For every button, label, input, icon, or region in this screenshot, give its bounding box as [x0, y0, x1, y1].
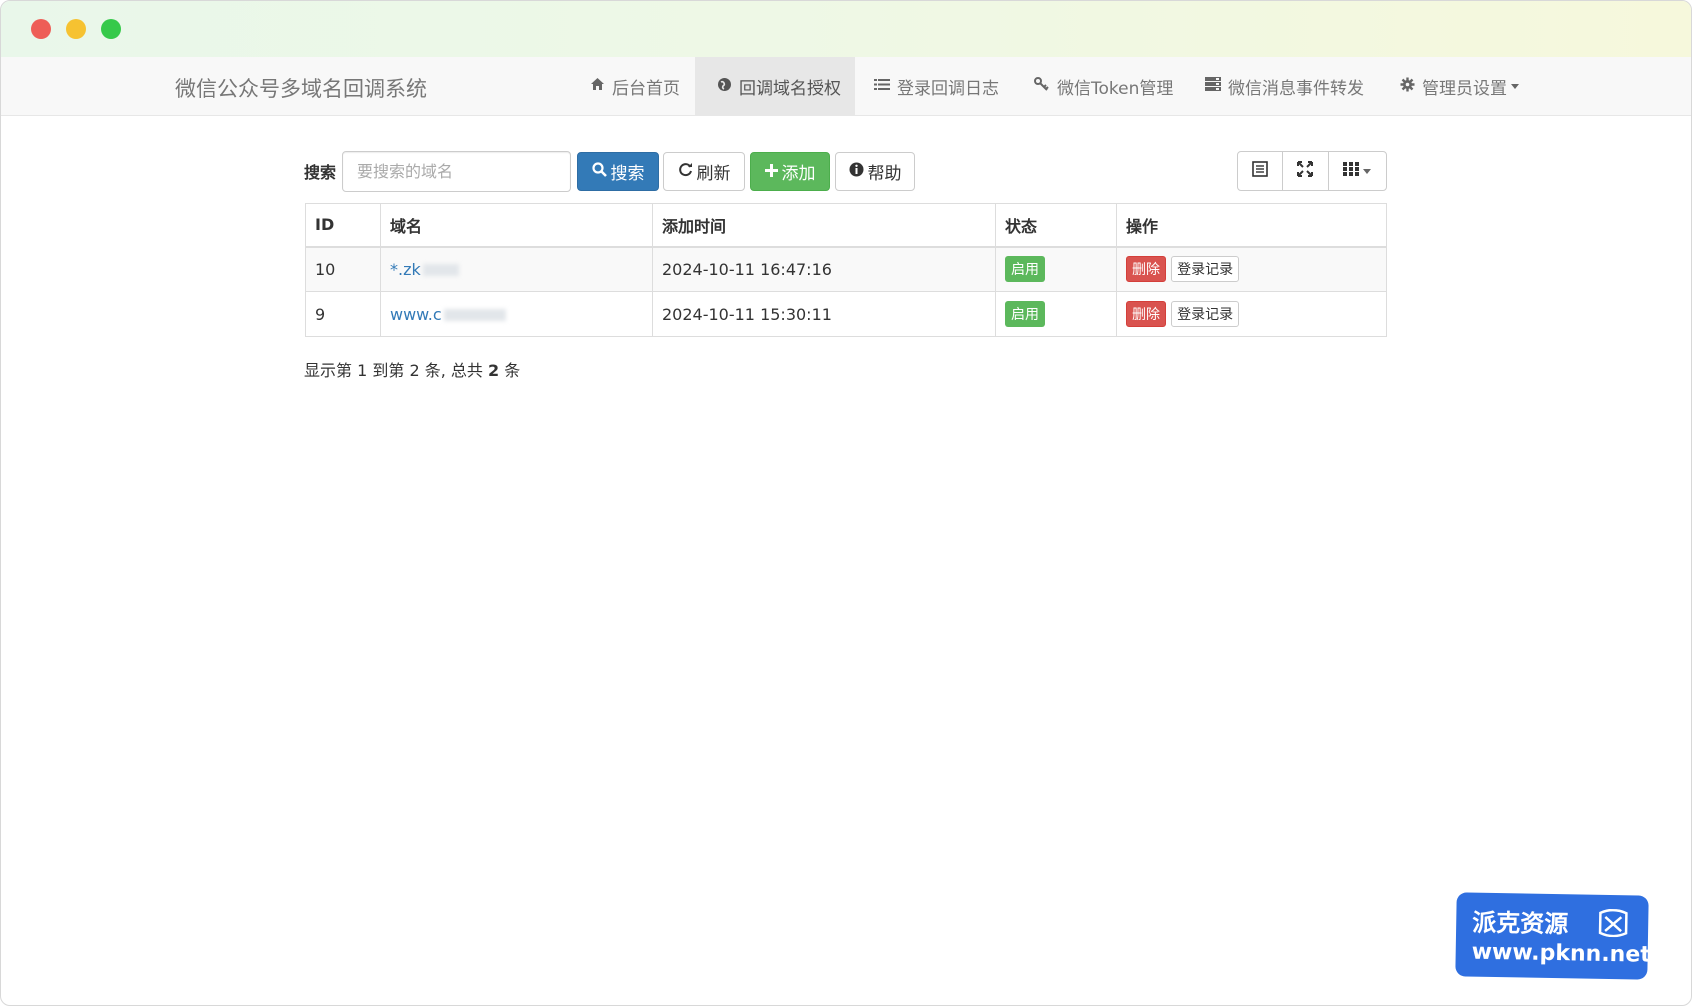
- status-badge: 启用: [1005, 256, 1045, 283]
- nav-item-domain-auth[interactable]: 回调域名授权: [695, 57, 855, 115]
- close-window-button[interactable]: [31, 19, 51, 39]
- pagination-total: 2: [487, 361, 500, 380]
- column-header-domain[interactable]: 域名: [380, 203, 653, 248]
- add-button-label: 添加: [781, 164, 816, 184]
- login-records-button[interactable]: 登录记录: [1171, 301, 1240, 327]
- home-icon: [588, 77, 606, 95]
- domain-table: ID 域名 添加时间 状态 操作 10 *.zk 2024-10-11 16:4…: [305, 203, 1387, 337]
- table-row: 9 www.c 2024-10-11 15:30:11 启用 删除 登录记录: [305, 291, 1387, 337]
- list-alt-icon: [1252, 161, 1268, 181]
- help-button[interactable]: 帮助: [835, 152, 915, 191]
- minimize-window-button[interactable]: [66, 19, 86, 39]
- column-header-id[interactable]: ID: [305, 203, 381, 248]
- nav-item-token[interactable]: 微信Token管理: [1033, 57, 1173, 115]
- nav-item-label: 登录回调日志: [897, 78, 999, 99]
- refresh-button[interactable]: 刷新: [663, 152, 745, 191]
- chevron-down-icon: [1363, 168, 1372, 174]
- table-view-controls: [1237, 151, 1387, 191]
- pagination-suffix: 条: [499, 361, 521, 380]
- key-icon: [1033, 77, 1051, 95]
- status-badge: 启用: [1005, 301, 1045, 327]
- search-button-label: 搜索: [610, 164, 645, 184]
- nav-item-login-log[interactable]: 登录回调日志: [873, 57, 999, 115]
- cell-actions: 删除 登录记录: [1116, 246, 1387, 292]
- redacted-blur: [422, 264, 459, 277]
- nav-item-label: 回调域名授权: [739, 78, 841, 99]
- cell-status: 启用: [995, 246, 1117, 292]
- domain-link[interactable]: *.zk: [390, 260, 421, 279]
- refresh-button-label: 刷新: [696, 164, 731, 184]
- login-records-button[interactable]: 登录记录: [1171, 256, 1240, 283]
- gear-icon: [1398, 77, 1416, 96]
- column-header-actions: 操作: [1116, 203, 1387, 248]
- cell-time: 2024-10-11 16:47:16: [652, 246, 996, 292]
- site-watermark: 派克资源 www.pknn.net: [1455, 892, 1651, 980]
- top-navbar: 微信公众号多域名回调系统 后台首页 回调域名授权 登录回调日志 微信Token管…: [1, 57, 1691, 116]
- cell-actions: 删除 登录记录: [1116, 291, 1387, 337]
- browser-window: 微信公众号多域名回调系统 后台首页 回调域名授权 登录回调日志 微信Token管…: [0, 0, 1692, 1006]
- refresh-icon: [678, 162, 693, 182]
- search-icon: [591, 161, 607, 182]
- nav-item-label: 微信消息事件转发: [1228, 78, 1364, 99]
- pagination-info: 显示第 1 到第 2 条, 总共 2 条: [304, 357, 520, 381]
- watermark-logo-icon: [1598, 908, 1628, 938]
- add-button[interactable]: 添加: [750, 152, 830, 191]
- nav-item-home[interactable]: 后台首页: [588, 57, 680, 115]
- column-header-status[interactable]: 状态: [995, 203, 1117, 248]
- cell-id: 10: [305, 246, 381, 292]
- grid-icon: [1343, 161, 1360, 181]
- redacted-blur: [443, 309, 506, 321]
- list-icon: [873, 78, 891, 95]
- watermark-url: www.pknn.net: [1471, 939, 1651, 968]
- search-input[interactable]: [342, 151, 571, 192]
- cell-status: 启用: [995, 291, 1117, 337]
- server-icon: [1204, 77, 1222, 95]
- table-header-row: ID 域名 添加时间 状态 操作: [305, 203, 1387, 248]
- app-brand[interactable]: 微信公众号多域名回调系统: [175, 73, 427, 103]
- fullscreen-button[interactable]: [1283, 152, 1329, 190]
- search-label: 搜索: [304, 163, 337, 182]
- nav-item-event-forward[interactable]: 微信消息事件转发: [1204, 57, 1364, 115]
- chevron-down-icon: [1511, 83, 1519, 89]
- nav-item-label: 管理员设置: [1422, 78, 1507, 99]
- pagination-prefix: 显示第 1 到第 2 条, 总共: [304, 361, 488, 380]
- window-titlebar: [1, 1, 1691, 57]
- table-row: 10 *.zk 2024-10-11 16:47:16 启用 删除 登录记录: [305, 246, 1387, 292]
- help-button-label: 帮助: [867, 164, 902, 184]
- column-header-time[interactable]: 添加时间: [652, 203, 996, 248]
- cell-id: 9: [305, 291, 381, 337]
- cell-time: 2024-10-11 15:30:11: [652, 291, 996, 337]
- columns-toggle-button[interactable]: [1329, 152, 1387, 190]
- domain-link[interactable]: www.c: [390, 305, 442, 324]
- cell-domain: *.zk: [380, 246, 653, 292]
- maximize-window-button[interactable]: [101, 19, 121, 39]
- nav-item-label: 微信Token管理: [1057, 78, 1174, 99]
- nav-item-label: 后台首页: [612, 78, 680, 99]
- search-button[interactable]: 搜索: [577, 152, 659, 191]
- plus-icon: [764, 162, 778, 182]
- fullscreen-icon: [1297, 161, 1314, 181]
- delete-button[interactable]: 删除: [1126, 256, 1166, 283]
- nav-item-admin-settings[interactable]: 管理员设置: [1398, 57, 1519, 115]
- info-icon: [849, 162, 864, 182]
- globe-icon: [715, 77, 733, 96]
- cell-domain: www.c: [380, 291, 653, 337]
- delete-button[interactable]: 删除: [1126, 301, 1166, 327]
- toggle-view-button[interactable]: [1238, 152, 1284, 190]
